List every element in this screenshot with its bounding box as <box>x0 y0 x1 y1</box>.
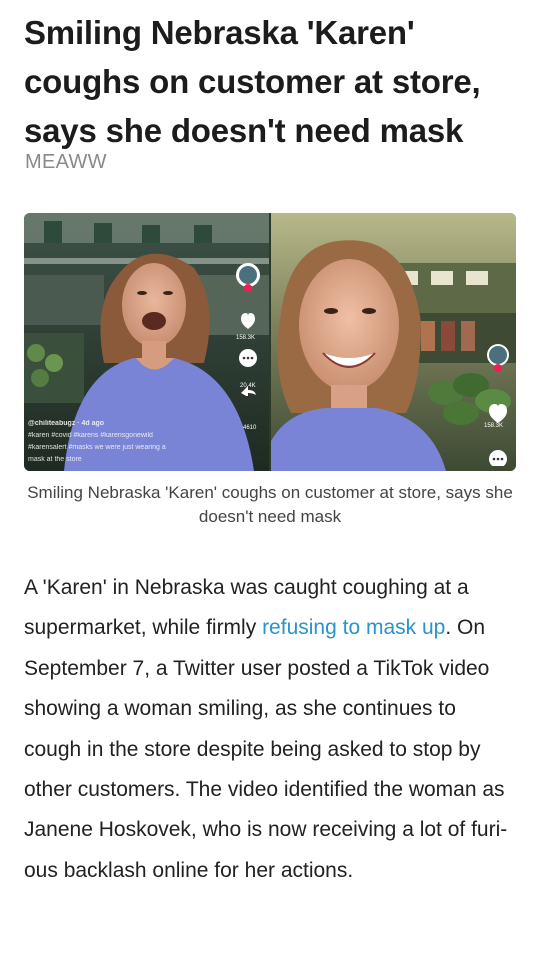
refusing-to-mask-up-link[interactable]: refusing to mask up <box>262 616 445 639</box>
share-count: 4610 <box>243 425 257 431</box>
tiktok-side-icons <box>236 263 260 396</box>
like-count: 158.3K <box>236 335 256 341</box>
article-image[interactable]: 158.3K 20.4K 4610 @chiliteabugz · 4d ago… <box>24 213 516 471</box>
tiktok-tags-line1: #karen #covid #karens #karensgonewild <box>28 432 153 439</box>
comment-count: 20.4K <box>240 383 256 389</box>
article-body: A 'Karen' in Nebraska was caught coughin… <box>24 568 518 891</box>
tiktok-tags-line2: #karensalert #masks we were just wearing… <box>28 444 166 451</box>
image-caption: Smiling Nebraska 'Karen' coughs on custo… <box>27 483 513 526</box>
store-scene-right <box>271 213 516 471</box>
article-source[interactable]: MEAWW <box>25 151 107 174</box>
like-count-right: 158.3K <box>484 423 504 429</box>
article-headline: Smiling Nebraska 'Karen' coughs on custo… <box>24 14 481 149</box>
tiktok-side-icons-right <box>487 344 509 466</box>
tiktok-username: @chiliteabugz · 4d ago <box>28 420 105 427</box>
body-text-part2: . On September 7, a Twitter user posted … <box>24 616 508 882</box>
video-frame-left: 158.3K 20.4K 4610 @chiliteabugz · 4d ago… <box>24 213 269 471</box>
video-frame-right: 158.3K <box>271 213 516 471</box>
tiktok-tags-line3: mask at the store <box>28 456 82 463</box>
